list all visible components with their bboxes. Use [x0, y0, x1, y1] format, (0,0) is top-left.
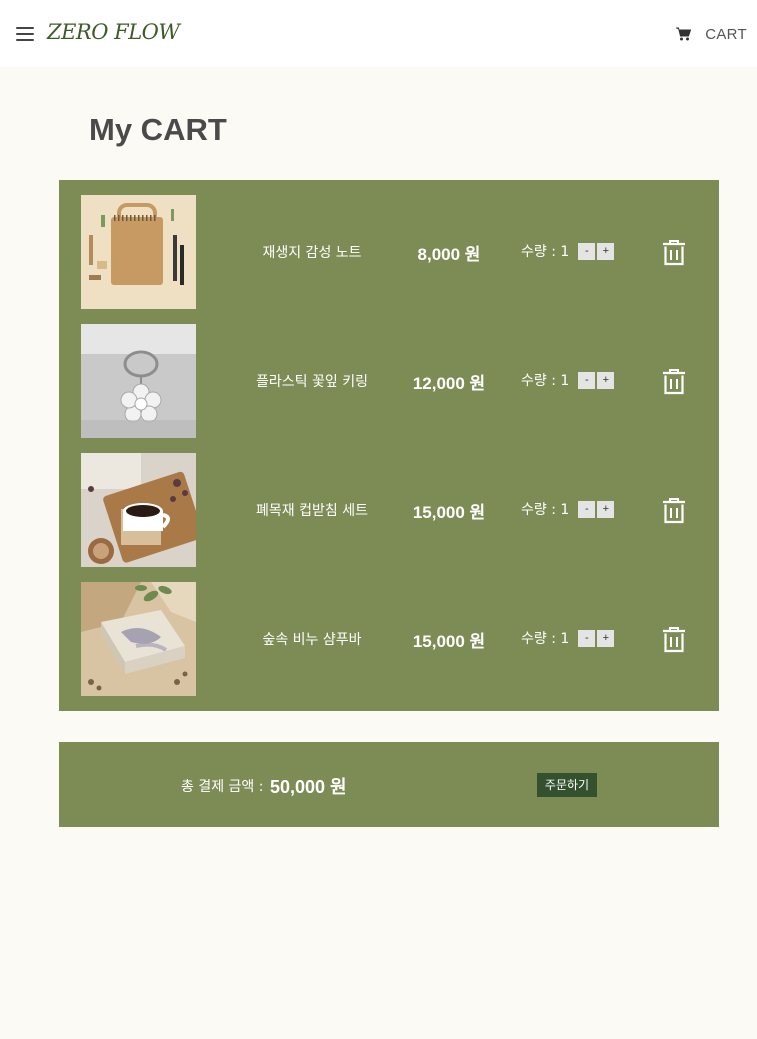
product-price: 15,000 원: [412, 503, 486, 522]
quantity-control: 수량 : 1 - +: [521, 371, 616, 389]
product-name[interactable]: 폐목재 컵받침 세트: [227, 500, 397, 520]
quantity-label: 수량 : 1: [521, 631, 570, 647]
trash-icon[interactable]: [662, 240, 686, 266]
order-button[interactable]: 주문하기: [537, 773, 597, 797]
page-title: My CART: [89, 112, 227, 147]
total-amount: 50,000 원: [270, 777, 347, 797]
increase-quantity-button[interactable]: +: [597, 371, 615, 389]
decrease-quantity-button[interactable]: -: [578, 371, 596, 389]
decrease-quantity-button[interactable]: -: [578, 500, 596, 518]
top-header: ZERO FLOW CART: [0, 0, 757, 67]
quantity-control: 수량 : 1 - +: [521, 629, 616, 647]
quantity-control: 수량 : 1 - +: [521, 500, 616, 518]
product-name[interactable]: 플라스틱 꽃잎 키링: [227, 371, 397, 391]
cart-item-row: 폐목재 컵받침 세트 15,000 원 수량 : 1 - +: [59, 438, 719, 567]
quantity-label: 수량 : 1: [521, 244, 570, 260]
product-image[interactable]: [81, 453, 196, 567]
quantity-label: 수량 : 1: [521, 502, 570, 518]
shopping-cart-icon: [676, 27, 692, 41]
product-image[interactable]: [81, 195, 196, 309]
increase-quantity-button[interactable]: +: [597, 629, 615, 647]
cart-label: CART: [705, 25, 747, 43]
product-price: 15,000 원: [412, 632, 486, 651]
cart-item-row: 재생지 감성 노트 8,000 원 수량 : 1 - +: [59, 180, 719, 309]
hamburger-menu-icon[interactable]: [16, 27, 34, 41]
decrease-quantity-button[interactable]: -: [578, 242, 596, 260]
quantity-label: 수량 : 1: [521, 373, 570, 389]
trash-icon[interactable]: [662, 627, 686, 653]
brand-logo[interactable]: ZERO FLOW: [47, 20, 180, 48]
product-name[interactable]: 재생지 감성 노트: [227, 242, 397, 262]
cart-item-row: 숲속 비누 샴푸바 15,000 원 수량 : 1 - +: [59, 567, 719, 696]
product-image[interactable]: [81, 324, 196, 438]
cart-items-panel: 재생지 감성 노트 8,000 원 수량 : 1 - + 플라스틱 꽃잎 키링 …: [59, 180, 719, 711]
product-image[interactable]: [81, 582, 196, 696]
increase-quantity-button[interactable]: +: [597, 500, 615, 518]
trash-icon[interactable]: [662, 369, 686, 395]
order-summary-panel: 총 결제 금액 : 50,000 원 주문하기: [59, 742, 719, 827]
trash-icon[interactable]: [662, 498, 686, 524]
product-price: 12,000 원: [412, 374, 486, 393]
product-name[interactable]: 숲속 비누 샴푸바: [227, 629, 397, 649]
total-label: 총 결제 금액 :: [181, 779, 264, 795]
decrease-quantity-button[interactable]: -: [578, 629, 596, 647]
quantity-control: 수량 : 1 - +: [521, 242, 616, 260]
product-price: 8,000 원: [417, 245, 481, 264]
cart-item-row: 플라스틱 꽃잎 키링 12,000 원 수량 : 1 - +: [59, 309, 719, 438]
increase-quantity-button[interactable]: +: [597, 242, 615, 260]
header-cart-link[interactable]: CART: [676, 22, 747, 46]
